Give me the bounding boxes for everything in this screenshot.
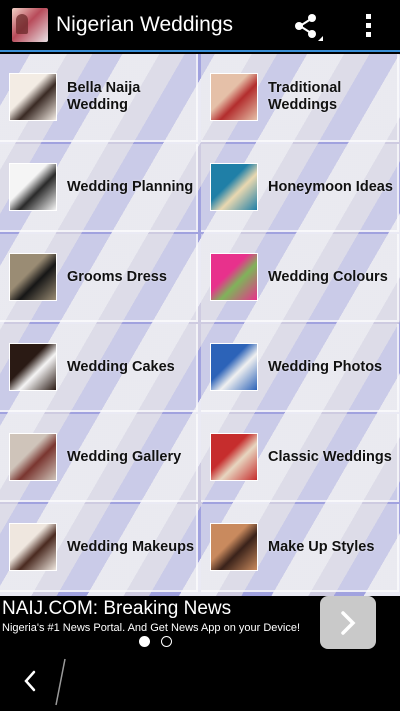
app-logo-icon[interactable] [12, 8, 48, 42]
makeup-styles-thumbnail [210, 523, 258, 571]
category-label: Wedding Colours [268, 268, 388, 285]
chevron-right-icon [341, 610, 356, 635]
back-icon [24, 670, 36, 692]
category-tile[interactable]: Wedding Planning [0, 144, 198, 232]
category-label: Traditional Weddings [268, 80, 342, 113]
grooms-dress-thumbnail [9, 253, 57, 301]
category-tile[interactable]: Wedding Cakes [0, 324, 198, 412]
category-label: Wedding Photos [268, 358, 383, 375]
app-title: Nigerian Weddings [56, 13, 234, 36]
action-bar: Nigerian Weddings [0, 0, 400, 52]
category-label: Grooms Dress [67, 268, 167, 285]
gallery-thumbnail [9, 433, 57, 481]
planning-thumbnail [9, 163, 57, 211]
category-label: Classic Weddings [268, 448, 392, 465]
category-tile[interactable]: Wedding Photos [201, 324, 399, 412]
makeups-thumbnail [9, 523, 57, 571]
category-label: Wedding Gallery [67, 448, 182, 465]
overflow-menu-icon [366, 14, 371, 37]
traditional-thumbnail [210, 73, 258, 121]
divider [55, 658, 66, 706]
category-label: Wedding Planning [67, 178, 194, 195]
category-tile[interactable]: Grooms Dress [0, 234, 198, 322]
category-tile[interactable]: Bella Naija Wedding [0, 54, 198, 142]
cakes-thumbnail [9, 343, 57, 391]
photos-thumbnail [210, 343, 258, 391]
bella-naija-thumbnail [9, 73, 57, 121]
category-tile[interactable]: Classic Weddings [201, 414, 399, 502]
pager-dot[interactable] [161, 636, 172, 647]
category-grid: Bella Naija Wedding Traditional Weddings W… [0, 54, 400, 596]
share-icon [295, 14, 323, 41]
category-tile[interactable]: Wedding Gallery [0, 414, 198, 502]
category-tile[interactable]: Wedding Colours [201, 234, 399, 322]
ad-title[interactable]: NAIJ.COM: Breaking News [2, 598, 231, 620]
navigation-bar [0, 653, 400, 711]
category-label: Honeymoon Ideas [268, 178, 393, 195]
pager-dot-active[interactable] [139, 636, 150, 647]
pager-dots [0, 636, 400, 648]
category-label: Wedding Cakes [67, 358, 175, 375]
back-button[interactable] [18, 667, 44, 695]
category-label: Make Up Styles [268, 538, 375, 555]
category-tile[interactable]: Traditional Weddings [201, 54, 399, 142]
category-tile[interactable]: Wedding Makeups [0, 504, 198, 592]
category-tile[interactable]: Make Up Styles [201, 504, 399, 592]
category-label: Wedding Makeups [67, 538, 195, 555]
category-label: Bella Naija Wedding [67, 80, 141, 113]
overflow-menu-button[interactable] [356, 12, 380, 40]
share-button[interactable] [288, 10, 324, 42]
colours-thumbnail [210, 253, 258, 301]
classic-thumbnail [210, 433, 258, 481]
ad-subtitle[interactable]: Nigeria's #1 News Portal. And Get News A… [2, 622, 300, 634]
honeymoon-thumbnail [210, 163, 258, 211]
category-tile[interactable]: Honeymoon Ideas [201, 144, 399, 232]
